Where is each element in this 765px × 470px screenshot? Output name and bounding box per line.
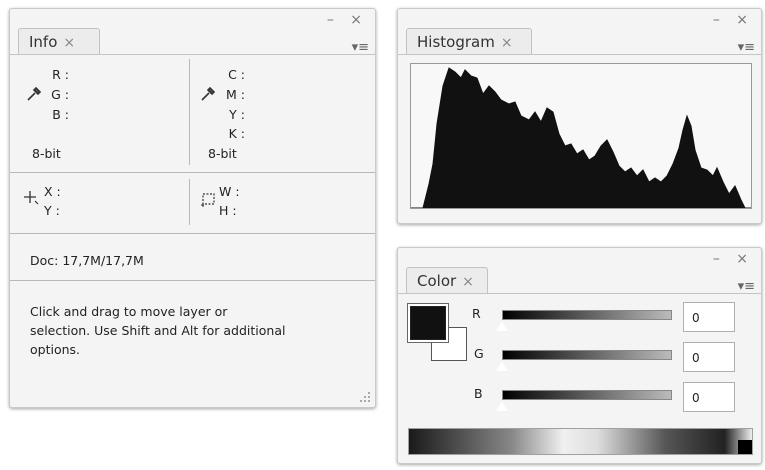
panel-menu-icon[interactable]: ▾≡ (738, 40, 755, 55)
cmyk-c-label: C : (228, 67, 245, 82)
w-label: W : (219, 184, 240, 199)
cmyk-k-label: K : (228, 126, 245, 141)
info-panel-header: – × Info × ▾≡ (10, 9, 375, 55)
rgb-g-label: G : (51, 87, 69, 102)
divider (10, 233, 375, 234)
tab-info-label: Info (29, 33, 58, 51)
tab-info[interactable]: Info × (18, 28, 100, 54)
histogram-panel-header: – × Histogram × ▾≡ (398, 9, 761, 55)
x-label: X : (44, 184, 61, 199)
color-ramp[interactable] (408, 428, 753, 455)
channel-g-label: G (474, 346, 484, 361)
rgb-bit-depth: 8-bit (32, 146, 61, 161)
g-value-input[interactable]: 0 (683, 342, 735, 372)
g-slider-thumb[interactable] (495, 361, 509, 371)
crosshair-icon (22, 189, 40, 211)
cmyk-m-label: M : (226, 87, 245, 102)
ramp-black-swatch[interactable] (738, 440, 752, 454)
vertical-divider (189, 179, 190, 225)
resize-grip-icon[interactable] (357, 389, 371, 407)
panel-menu-icon[interactable]: ▾≡ (352, 40, 369, 55)
g-slider[interactable] (502, 350, 672, 360)
histogram-panel: – × Histogram × ▾≡ (397, 8, 762, 224)
divider (10, 280, 375, 281)
close-icon[interactable]: × (462, 274, 474, 290)
tab-divider (10, 54, 375, 55)
status-hint-line-1: Click and drag to move layer or (30, 304, 228, 319)
panel-menu-icon[interactable]: ▾≡ (738, 279, 755, 294)
h-label: H : (219, 203, 237, 218)
rgb-b-label: B : (52, 107, 69, 122)
tab-color-label: Color (417, 272, 457, 290)
b-value-input[interactable]: 0 (683, 382, 735, 412)
info-panel: – × Info × ▾≡ R : G : B : 8-bit C : M : Y… (9, 8, 376, 408)
b-slider-thumb[interactable] (495, 401, 509, 411)
foreground-color-swatch[interactable] (410, 306, 446, 340)
tab-divider (398, 54, 761, 55)
histogram-graph (410, 63, 752, 209)
window-buttons[interactable]: – × (713, 251, 754, 267)
b-slider[interactable] (502, 390, 672, 400)
window-buttons[interactable]: – × (327, 12, 368, 28)
histogram-shape (411, 67, 751, 209)
divider (10, 172, 375, 173)
selection-size-icon (200, 190, 218, 212)
doc-size: Doc: 17,7M/17,7M (30, 253, 144, 268)
status-hint-line-3: options. (30, 342, 81, 357)
color-panel-header: – × Color × ▾≡ (398, 248, 761, 294)
tab-histogram-label: Histogram (417, 33, 495, 51)
status-hint-line-2: selection. Use Shift and Alt for additio… (30, 323, 286, 338)
r-slider[interactable] (502, 310, 672, 320)
y-label: Y : (44, 203, 60, 218)
tab-histogram[interactable]: Histogram × (406, 28, 532, 54)
cmyk-bit-depth: 8-bit (208, 146, 237, 161)
close-icon[interactable]: × (63, 35, 75, 51)
close-icon[interactable]: × (501, 35, 513, 51)
tab-color[interactable]: Color × (406, 267, 488, 293)
vertical-divider (189, 59, 190, 165)
tab-divider (398, 293, 761, 294)
rgb-r-label: R : (52, 67, 69, 82)
cmyk-y-label: Y : (229, 107, 245, 122)
channel-b-label: B (474, 386, 483, 401)
channel-r-label: R (472, 306, 481, 321)
r-value-input[interactable]: 0 (683, 302, 735, 332)
r-slider-thumb[interactable] (495, 321, 509, 331)
window-buttons[interactable]: – × (713, 12, 754, 28)
